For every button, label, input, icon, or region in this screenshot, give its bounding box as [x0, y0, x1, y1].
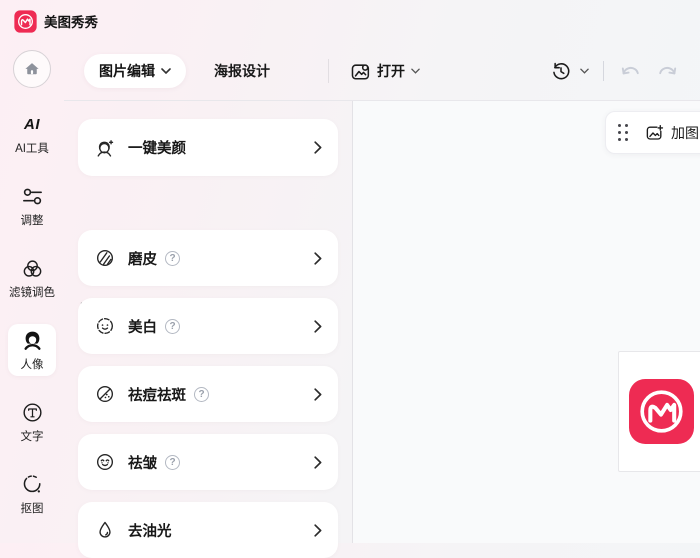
tab-poster-design[interactable]: 海报设计	[214, 61, 270, 81]
open-image-icon	[350, 61, 371, 82]
text-circle-icon	[21, 401, 44, 425]
topbar: 美图秀秀	[0, 0, 700, 42]
sidebar-item-text[interactable]: 文字	[8, 396, 56, 448]
tabs-toolbar: 图片编辑 海报设计 打开	[64, 42, 700, 100]
tools-panel: 一键美颜 皮肤精修 磨皮 ?	[64, 101, 352, 543]
content-area: 一键美颜 皮肤精修 磨皮 ?	[64, 100, 700, 543]
tool-card-whitening[interactable]: 美白 ?	[78, 298, 338, 354]
beauty-face-icon	[94, 137, 116, 159]
chevron-right-icon	[314, 456, 322, 469]
wrinkle-face-icon	[94, 451, 116, 473]
sidebar-item-label: 抠图	[21, 500, 44, 516]
redo-button[interactable]	[656, 63, 678, 79]
droplet-icon	[94, 519, 116, 541]
card-label: 祛痘祛斑	[128, 384, 186, 405]
open-button[interactable]: 打开	[350, 61, 420, 82]
card-label: 美白	[128, 316, 157, 337]
tool-card-acne-removal[interactable]: 祛痘祛斑 ?	[78, 366, 338, 422]
tab-image-edit[interactable]: 图片编辑	[84, 54, 186, 88]
cutout-lasso-icon	[21, 473, 44, 497]
tab-label: 图片编辑	[99, 61, 155, 81]
floating-image-card[interactable]	[618, 351, 700, 472]
sidebar-item-portrait[interactable]: 人像	[8, 324, 56, 376]
chevron-down-icon	[161, 68, 171, 74]
whitening-face-icon	[94, 315, 116, 337]
sidebar-item-label: AI工具	[15, 140, 49, 156]
tool-card-wrinkle-removal[interactable]: 祛皱 ?	[78, 434, 338, 490]
home-icon	[21, 58, 43, 80]
meitu-logo-image	[629, 379, 694, 444]
chevron-right-icon	[314, 524, 322, 537]
meitu-logo-icon	[14, 10, 37, 33]
help-icon[interactable]: ?	[165, 455, 180, 470]
add-image-button[interactable]: 加图	[645, 123, 699, 143]
portrait-icon	[21, 329, 44, 353]
ai-tools-icon: AI	[24, 113, 40, 137]
sliders-icon	[21, 185, 44, 209]
card-label: 磨皮	[128, 248, 157, 269]
tool-card-deoil[interactable]: 去油光	[78, 502, 338, 558]
sidebar-item-label: 滤镜调色	[9, 284, 55, 300]
chevron-right-icon	[314, 388, 322, 401]
home-button[interactable]	[13, 50, 51, 88]
card-label: 祛皱	[128, 452, 157, 473]
sidebar-item-adjust[interactable]: 调整	[8, 180, 56, 232]
app-title: 美图秀秀	[44, 11, 98, 31]
open-label: 打开	[377, 61, 405, 81]
smooth-skin-icon	[94, 247, 116, 269]
canvas[interactable]: 加图	[352, 101, 700, 543]
divider	[603, 61, 604, 81]
help-icon[interactable]: ?	[194, 387, 209, 402]
tab-label: 海报设计	[214, 63, 270, 79]
tool-card-smooth-skin[interactable]: 磨皮 ?	[78, 230, 338, 286]
chevron-down-icon	[580, 68, 589, 74]
chevron-right-icon	[314, 320, 322, 333]
sidebar-item-filters[interactable]: 滤镜调色	[8, 252, 56, 304]
card-label: 去油光	[128, 520, 172, 541]
venn-circles-icon	[21, 257, 44, 281]
one-key-beauty-card[interactable]: 一键美颜	[78, 119, 338, 176]
sidebar: AI AI工具 调整 滤镜调色 人像	[0, 42, 64, 543]
help-icon[interactable]: ?	[165, 319, 180, 334]
chevron-right-icon	[314, 252, 322, 265]
sidebar-item-ai-tools[interactable]: AI AI工具	[8, 108, 56, 160]
card-label: 一键美颜	[128, 137, 186, 158]
sidebar-item-label: 调整	[21, 212, 44, 228]
add-image-label: 加图	[671, 123, 699, 143]
drag-handle-icon[interactable]	[618, 124, 629, 142]
help-icon[interactable]: ?	[165, 251, 180, 266]
sidebar-item-cutout[interactable]: 抠图	[8, 468, 56, 520]
add-image-toolbar: 加图	[605, 111, 700, 154]
history-icon	[550, 60, 572, 82]
chevron-down-icon	[411, 68, 420, 74]
chevron-right-icon	[314, 141, 322, 154]
sidebar-item-label: 文字	[21, 428, 44, 444]
undo-button[interactable]	[620, 63, 642, 79]
history-button[interactable]	[550, 60, 589, 82]
add-image-icon	[645, 123, 665, 143]
divider	[328, 59, 329, 83]
acne-spot-icon	[94, 383, 116, 405]
sidebar-item-label: 人像	[21, 356, 44, 372]
